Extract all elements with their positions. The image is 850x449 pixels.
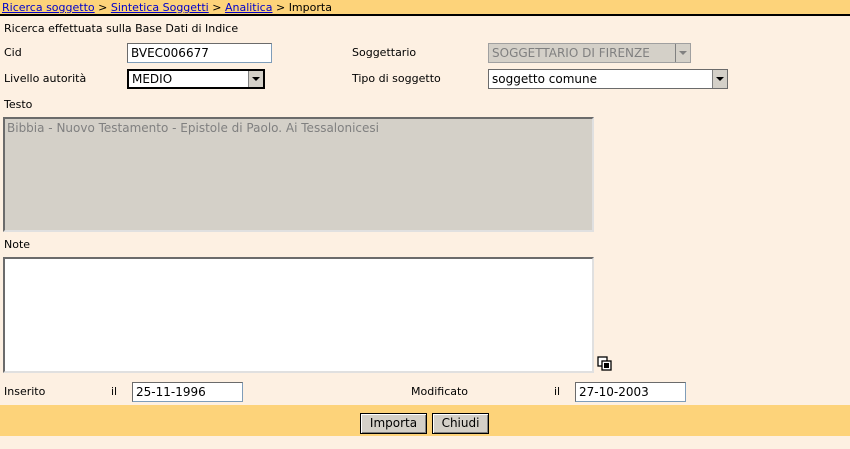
chevron-down-icon	[248, 71, 263, 87]
importa-button[interactable]: Importa	[360, 413, 427, 434]
chiudi-button[interactable]: Chiudi	[432, 413, 489, 434]
breadcrumb-separator: >	[275, 1, 286, 14]
testo-label: Testo	[4, 98, 33, 111]
tipo-soggetto-select-value: soggetto comune	[492, 72, 597, 86]
search-info-text: Ricerca effettuata sulla Base Dati di In…	[4, 22, 239, 35]
soggettario-label: Soggettario	[352, 46, 417, 59]
breadcrumb: Ricerca soggetto > Sintetica Soggetti > …	[0, 0, 850, 16]
chevron-down-icon	[675, 44, 690, 62]
testo-textarea[interactable]: Bibbia - Nuovo Testamento - Epistole di …	[3, 117, 594, 232]
cid-input[interactable]: BVEC006677	[127, 43, 272, 63]
breadcrumb-separator: >	[212, 1, 222, 14]
note-textarea[interactable]	[3, 257, 594, 373]
cid-label: Cid	[4, 46, 22, 59]
breadcrumb-link-ricerca-soggetto[interactable]: Ricerca soggetto	[2, 1, 95, 14]
breadcrumb-separator: >	[98, 1, 108, 14]
modificato-label: Modificato	[411, 385, 469, 398]
chevron-down-icon	[712, 70, 727, 88]
soggettario-select[interactable]: SOGGETTARIO DI FIRENZE	[488, 43, 691, 63]
soggettario-select-value: SOGGETTARIO DI FIRENZE	[492, 46, 650, 60]
inserito-label: Inserito	[4, 385, 46, 398]
inserito-il-label: il	[111, 385, 118, 398]
livello-autorita-select-value: MEDIO	[132, 72, 173, 86]
modificato-il-label: il	[554, 385, 561, 398]
breadcrumb-link-analitica[interactable]: Analitica	[225, 1, 273, 14]
note-label: Note	[4, 238, 31, 251]
inserito-date-field[interactable]: 25-11-1996	[132, 382, 243, 402]
livello-autorita-select[interactable]: MEDIO	[127, 69, 265, 89]
footer-bar: Importa Chiudi	[0, 405, 850, 436]
tipo-soggetto-label: Tipo di soggetto	[352, 72, 441, 85]
livello-autorita-label: Livello autorità	[4, 72, 87, 85]
copy-icon[interactable]	[597, 356, 613, 372]
breadcrumb-current: Importa	[288, 1, 332, 14]
modificato-date-field[interactable]: 27-10-2003	[575, 382, 686, 402]
tipo-soggetto-select[interactable]: soggetto comune	[488, 69, 728, 89]
breadcrumb-link-sintetica-soggetti[interactable]: Sintetica Soggetti	[111, 1, 209, 14]
